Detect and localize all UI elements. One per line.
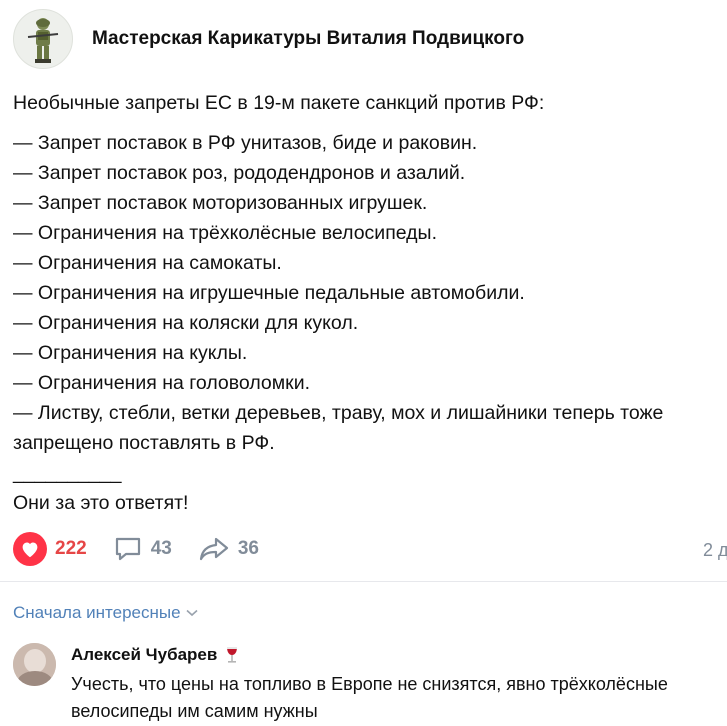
share-arrow-icon [199, 537, 228, 561]
share-button[interactable]: 36 [198, 532, 259, 566]
heart-icon [13, 532, 47, 566]
list-item: — Запрет поставок в РФ унитазов, биде и … [13, 132, 478, 154]
comment-bubble-icon [115, 537, 140, 561]
divider [0, 581, 727, 582]
commenter-avatar[interactable] [13, 643, 56, 686]
post-header: Мастерская Карикатуры Виталия Подвицкого [13, 9, 524, 69]
post-separator: __________ [13, 462, 122, 484]
commenter-name[interactable]: Алексей Чубарев [71, 645, 239, 665]
comment-button[interactable]: 43 [113, 532, 172, 566]
list-item: — Ограничения на игрушечные педальные ав… [13, 282, 525, 304]
chevron-down-icon [186, 609, 198, 617]
share-count: 36 [237, 538, 259, 559]
comment-sort-dropdown[interactable]: Сначала интересные [13, 603, 198, 623]
sort-label: Сначала интересные [13, 603, 181, 622]
community-avatar[interactable] [13, 9, 73, 69]
post-intro: Необычные запреты ЕС в 19-м пакете санкц… [13, 92, 545, 114]
list-item: — Запрет поставок моторизованных игрушек… [13, 192, 428, 214]
list-item: — Ограничения на самокаты. [13, 252, 282, 274]
like-count: 222 [55, 538, 87, 559]
list-item: — Ограничения на головоломки. [13, 372, 311, 394]
comment-count: 43 [150, 538, 172, 559]
community-name[interactable]: Мастерская Карикатуры Виталия Подвицкого [92, 28, 524, 50]
wine-glass-icon [227, 647, 238, 663]
commenter-name-text: Алексей Чубарев [71, 645, 218, 664]
soldier-caricature-icon [27, 18, 59, 63]
post-time[interactable]: 2 д [703, 540, 727, 561]
like-button[interactable]: 222 [13, 532, 87, 566]
post-text: Необычные запреты ЕС в 19-м пакете санкц… [13, 88, 723, 518]
list-item: — Листву, стебли, ветки деревьев, траву,… [13, 402, 664, 454]
post-actions: 222 43 36 2 д [13, 532, 727, 566]
comment-text: Учесть, что цены на топливо в Европе не … [71, 674, 668, 721]
list-item: — Запрет поставок роз, рододендронов и а… [13, 162, 466, 184]
list-item: — Ограничения на куклы. [13, 342, 248, 364]
post-outro: Они за это ответят! [13, 492, 189, 514]
list-item: — Ограничения на коляски для кукол. [13, 312, 359, 334]
list-item: — Ограничения на трёхколёсные велосипеды… [13, 222, 437, 244]
